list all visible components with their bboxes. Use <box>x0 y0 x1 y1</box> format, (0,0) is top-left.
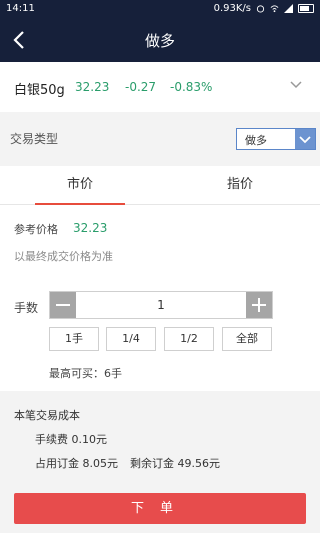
product-name: 白银50g <box>14 83 65 98</box>
network-speed: 0.93K/s <box>213 3 251 14</box>
page-title: 做多 <box>144 32 175 50</box>
quote-row[interactable]: 白银50g 32.23 -0.27 -0.83% <box>0 62 320 112</box>
alarm-icon <box>256 5 265 13</box>
quick-qty-half-button[interactable]: 1/2 <box>164 327 214 351</box>
quick-qty-all-button[interactable]: 全部 <box>222 327 272 351</box>
signal-icon <box>284 4 293 13</box>
cost-title: 本笔交易成本 <box>14 409 80 422</box>
ref-price-label: 参考价格 <box>14 223 58 236</box>
chevron-down-icon <box>299 136 311 144</box>
quantity-stepper: 1 <box>49 291 273 319</box>
quick-qty-quarter-button[interactable]: 1/4 <box>106 327 156 351</box>
price-hint: 以最终成交价格为准 <box>14 250 113 263</box>
trade-type-row: 交易类型 做多 <box>0 118 320 158</box>
tab-limit[interactable]: 指价 <box>160 166 320 204</box>
quantity-label: 手数 <box>14 301 39 315</box>
minus-button[interactable] <box>50 292 76 318</box>
wifi-icon <box>270 5 279 13</box>
order-form: 参考价格 32.23 以最终成交价格为准 手数 1 1手 1/4 1/2 全部 … <box>0 205 320 391</box>
ref-price-value: 32.23 <box>73 221 108 235</box>
plus-button[interactable] <box>246 292 272 318</box>
quote-change-pct: -0.83% <box>170 80 213 94</box>
max-buy-text: 最高可买：6手 <box>49 367 122 380</box>
quote-price: 32.23 <box>75 80 110 94</box>
order-type-tabs: 市价 指价 <box>0 166 320 205</box>
fee-text: 手续费 0.10元 <box>35 433 107 446</box>
trade-type-value: 做多 <box>245 134 267 147</box>
tab-market[interactable]: 市价 <box>0 166 160 205</box>
status-right: 0.93K/s <box>214 3 314 14</box>
quote-change: -0.27 <box>125 80 157 94</box>
trade-type-label: 交易类型 <box>10 132 59 146</box>
status-time: 14:11 <box>6 3 35 14</box>
quantity-input[interactable]: 1 <box>76 292 246 318</box>
remaining-margin-text: 剩余订金 49.56元 <box>130 457 220 470</box>
quick-qty-1-button[interactable]: 1手 <box>49 327 99 351</box>
dropdown-arrow[interactable] <box>295 129 315 149</box>
margin-text: 占用订金 8.05元 <box>35 457 118 470</box>
nav-bar: 做多 <box>0 18 320 62</box>
submit-order-button[interactable]: 下单 <box>14 493 306 524</box>
trade-cost-panel: 本笔交易成本 手续费 0.10元 占用订金 8.05元 剩余订金 49.56元 <box>0 391 320 477</box>
battery-icon <box>298 4 314 13</box>
trade-type-select[interactable]: 做多 <box>236 128 316 150</box>
chevron-down-icon[interactable] <box>289 80 303 90</box>
status-bar: 14:11 0.93K/s <box>0 0 320 18</box>
